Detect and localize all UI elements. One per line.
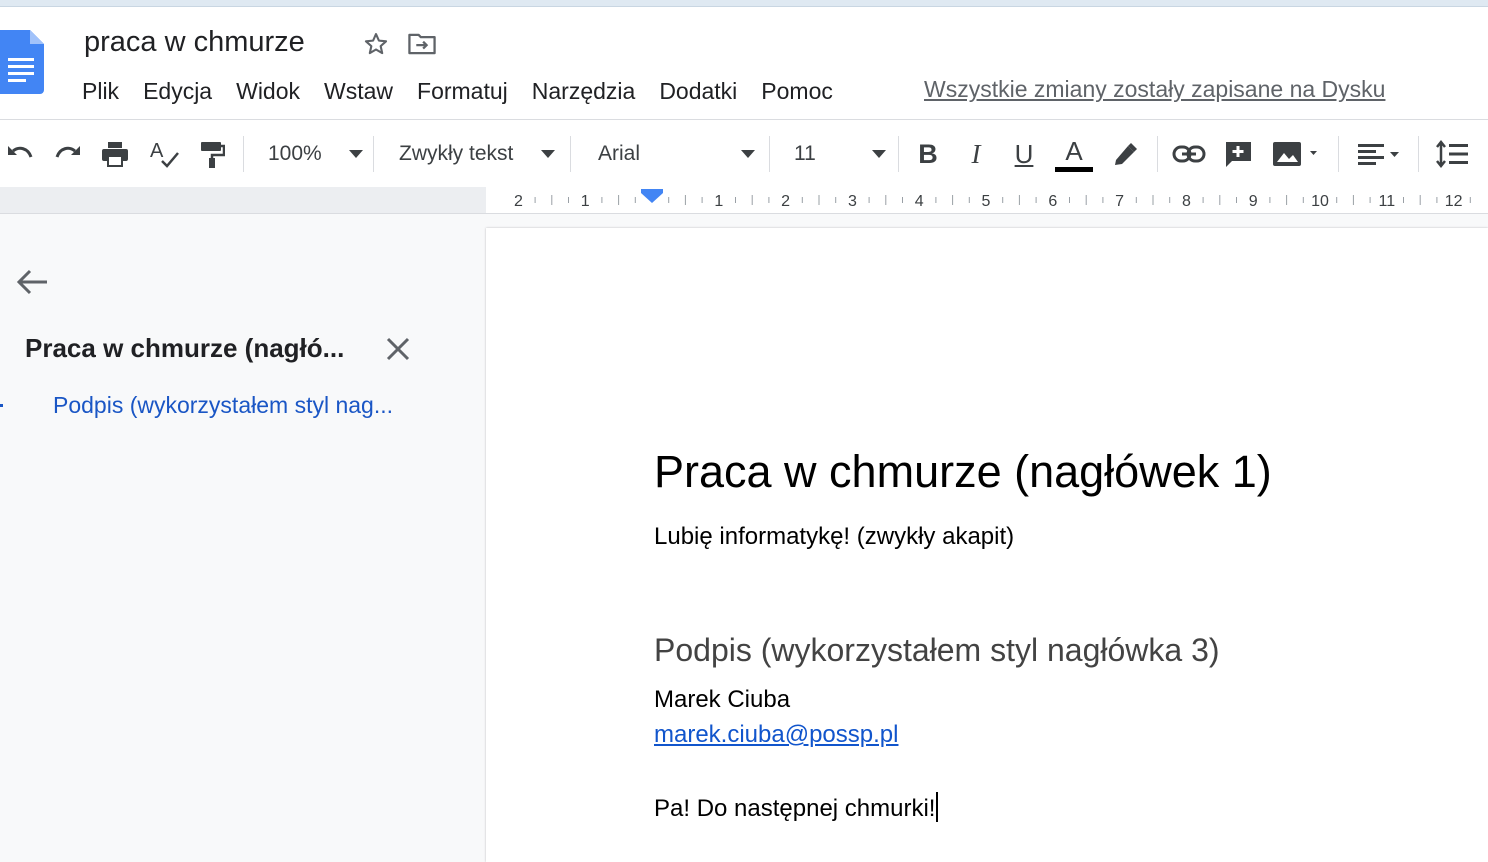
document-outline-panel [0, 214, 484, 862]
ruler-label: 4 [915, 193, 924, 210]
zoom-dropdown[interactable]: 100% [258, 120, 363, 188]
heading-1[interactable]: Praca w chmurze (nagłówek 1) [654, 446, 1272, 498]
chevron-down-icon [349, 150, 363, 158]
font-dropdown[interactable]: Arial [590, 120, 755, 188]
menu-file[interactable]: Plik [70, 78, 131, 105]
bold-button[interactable]: B [910, 120, 946, 188]
author-name[interactable]: Marek Ciuba [654, 686, 790, 714]
menu-view[interactable]: Widok [224, 78, 312, 105]
ruler-label: 2 [514, 193, 523, 210]
toolbar-separator [570, 136, 571, 172]
underline-label: U [1014, 138, 1034, 169]
save-status-link[interactable]: Wszystkie zmiany zostały zapisane na Dys… [924, 76, 1385, 103]
document-title[interactable]: praca w chmurze [84, 26, 305, 59]
ruler-label: 3 [848, 193, 857, 210]
toolbar-separator [373, 136, 374, 172]
zoom-value: 100% [268, 142, 322, 165]
italic-label: I [971, 138, 981, 169]
outline-title[interactable]: Praca w chmurze (nagłó... [25, 333, 344, 364]
menu-tools[interactable]: Narzędzia [520, 78, 648, 105]
docs-logo-icon[interactable] [0, 30, 44, 94]
close-icon[interactable] [384, 335, 412, 363]
ruler-label: 12 [1445, 193, 1463, 210]
closing-paragraph[interactable]: Pa! Do następnej chmurki! [654, 792, 939, 823]
paint-format-icon[interactable] [194, 120, 230, 188]
heading-3[interactable]: Podpis (wykorzystałem styl nagłówka 3) [654, 632, 1220, 669]
ruler-label: 11 [1378, 193, 1395, 210]
print-icon[interactable] [97, 120, 133, 188]
text-color-label: A [1065, 135, 1083, 166]
chevron-down-icon [741, 150, 755, 158]
menu-insert[interactable]: Wstaw [312, 78, 405, 105]
menu-edit[interactable]: Edycja [131, 78, 224, 105]
outline-current-marker [0, 404, 3, 407]
star-icon[interactable] [362, 30, 390, 58]
first-line-indent-icon [641, 189, 663, 193]
style-value: Zwykły tekst [399, 142, 514, 165]
font-size-value: 11 [794, 142, 816, 165]
ruler-label: 8 [1182, 193, 1191, 210]
ruler-label: 6 [1048, 193, 1057, 210]
menu-addons[interactable]: Dodatki [647, 78, 749, 105]
svg-text:A: A [150, 140, 164, 162]
paragraph[interactable]: Lubię informatykę! (zwykły akapit) [654, 523, 1014, 551]
move-to-folder-icon[interactable] [406, 30, 438, 58]
toolbar-separator [769, 136, 770, 172]
ruler-label: 1 [714, 193, 723, 210]
text-cursor [936, 792, 939, 822]
italic-button[interactable]: I [958, 120, 994, 188]
highlight-icon[interactable] [1106, 120, 1144, 188]
chevron-down-icon [872, 150, 886, 158]
bold-label: B [918, 138, 938, 169]
toolbar: A 100% Zwykły tekst Arial 11 B I U A [0, 119, 1488, 188]
toolbar-separator [243, 136, 244, 172]
toolbar-separator [898, 136, 899, 172]
ruler-label: 9 [1249, 193, 1258, 210]
spellcheck-icon[interactable]: A [146, 120, 182, 188]
toolbar-separator [1338, 136, 1339, 172]
email-link[interactable]: marek.ciuba@possp.pl [654, 721, 898, 749]
ruler-label: 10 [1311, 193, 1329, 210]
menu-format[interactable]: Formatuj [405, 78, 520, 105]
toolbar-separator [1418, 136, 1419, 172]
ruler-label: 2 [781, 193, 790, 210]
chevron-down-icon [541, 150, 555, 158]
add-comment-icon[interactable] [1219, 120, 1257, 188]
ruler-label: 5 [982, 193, 991, 210]
align-left-icon[interactable] [1350, 120, 1410, 188]
insert-image-icon[interactable] [1267, 120, 1327, 188]
style-dropdown[interactable]: Zwykły tekst [390, 120, 555, 188]
text-color-bar [1055, 166, 1093, 172]
font-value: Arial [598, 142, 641, 165]
window-top-strip [0, 0, 1488, 7]
redo-icon[interactable] [50, 120, 86, 188]
link-icon[interactable] [1170, 120, 1208, 188]
back-arrow-icon[interactable] [14, 266, 50, 298]
underline-button[interactable]: U [1006, 120, 1042, 188]
ruler-label: 1 [581, 193, 590, 210]
font-size-dropdown[interactable]: 11 [786, 120, 886, 188]
menu-help[interactable]: Pomoc [749, 78, 845, 105]
toolbar-separator [1157, 136, 1158, 172]
ruler-label: 7 [1115, 193, 1124, 210]
text-color-button[interactable]: A [1054, 120, 1094, 188]
line-spacing-icon[interactable] [1432, 120, 1472, 188]
closing-text: Pa! Do następnej chmurki! [654, 795, 936, 822]
undo-icon[interactable] [2, 120, 38, 188]
menu-bar: Plik Edycja Widok Wstaw Formatuj Narzędz… [70, 74, 845, 108]
outline-item[interactable]: Podpis (wykorzystałem styl nag... [53, 392, 393, 419]
ruler[interactable]: 2 1 1 2 3 4 5 6 7 8 9 10 11 12 [0, 187, 1488, 214]
